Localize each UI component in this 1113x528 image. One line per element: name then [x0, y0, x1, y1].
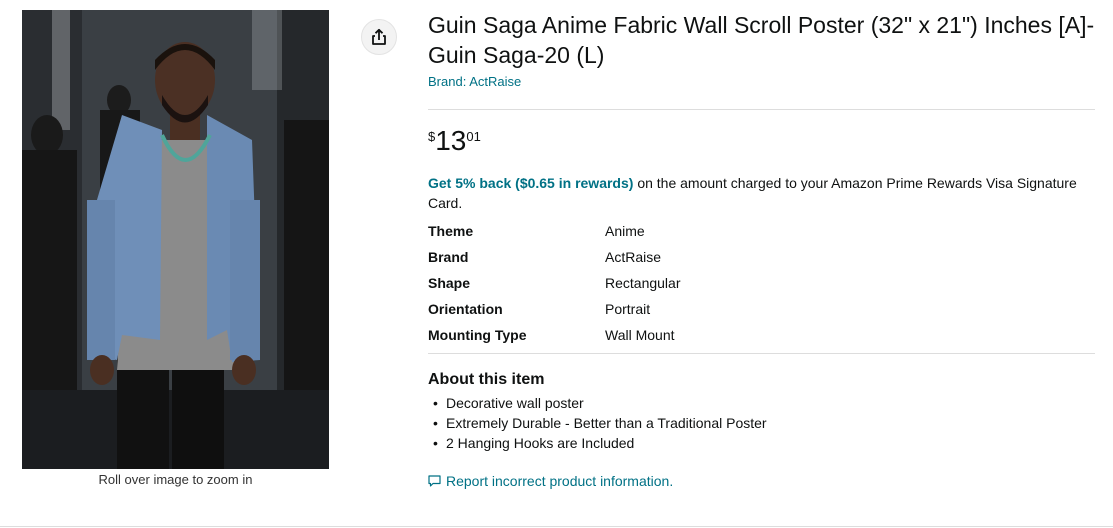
comment-icon: [428, 475, 441, 487]
rewards-offer: Get 5% back ($0.65 in rewards) on the am…: [428, 173, 1095, 213]
report-link-label: Report incorrect product information.: [446, 473, 674, 489]
rewards-link[interactable]: Get 5% back ($0.65 in rewards): [428, 175, 633, 191]
product-info: Guin Saga Anime Fabric Wall Scroll Poste…: [428, 10, 1095, 489]
divider: [428, 353, 1095, 354]
spec-key: Theme: [428, 223, 474, 239]
spec-row: Theme Anime: [428, 218, 681, 244]
spec-key: Shape: [428, 275, 471, 291]
image-block: Roll over image to zoom in: [22, 10, 329, 487]
product-title: Guin Saga Anime Fabric Wall Scroll Poste…: [428, 12, 1095, 68]
spec-value: Wall Mount: [605, 327, 675, 343]
spec-key: Mounting Type: [428, 327, 527, 343]
spec-table: Theme Anime Brand ActRaise Shape Rectangular O…: [428, 218, 681, 348]
product-photo: [22, 10, 329, 469]
spec-key: Orientation: [428, 301, 503, 317]
spec-row: Mounting Type Wall Mount: [428, 322, 681, 348]
spec-value: Anime: [605, 223, 645, 239]
divider: [428, 109, 1095, 110]
share-button[interactable]: [361, 19, 397, 55]
bullet-item: Decorative wall poster: [428, 393, 1095, 413]
product-image[interactable]: [22, 10, 329, 469]
spec-row: Orientation Portrait: [428, 296, 681, 322]
bottom-divider: [0, 526, 1113, 527]
report-link[interactable]: Report incorrect product information.: [428, 473, 1095, 489]
spec-value: Rectangular: [605, 275, 681, 291]
zoom-hint: Roll over image to zoom in: [98, 472, 253, 487]
about-heading: About this item: [428, 371, 545, 388]
bullet-item: 2 Hanging Hooks are Included: [428, 433, 1095, 453]
price-fraction: 01: [466, 129, 481, 144]
spec-key: Brand: [428, 249, 469, 265]
price-symbol: $: [428, 129, 436, 144]
spec-value: Portrait: [605, 301, 651, 317]
spec-row: Shape Rectangular: [428, 270, 681, 296]
price: $1301: [428, 126, 1095, 160]
spec-row: Brand ActRaise: [428, 244, 681, 270]
share-icon: [372, 28, 386, 45]
bullet-item: Extremely Durable - Better than a Tradit…: [428, 413, 1095, 433]
spec-value: ActRaise: [605, 249, 662, 265]
about-bullets: Decorative wall posterExtremely Durable …: [428, 393, 1095, 453]
price-whole: 13: [435, 125, 467, 156]
brand-link[interactable]: Brand: ActRaise: [428, 74, 1095, 89]
